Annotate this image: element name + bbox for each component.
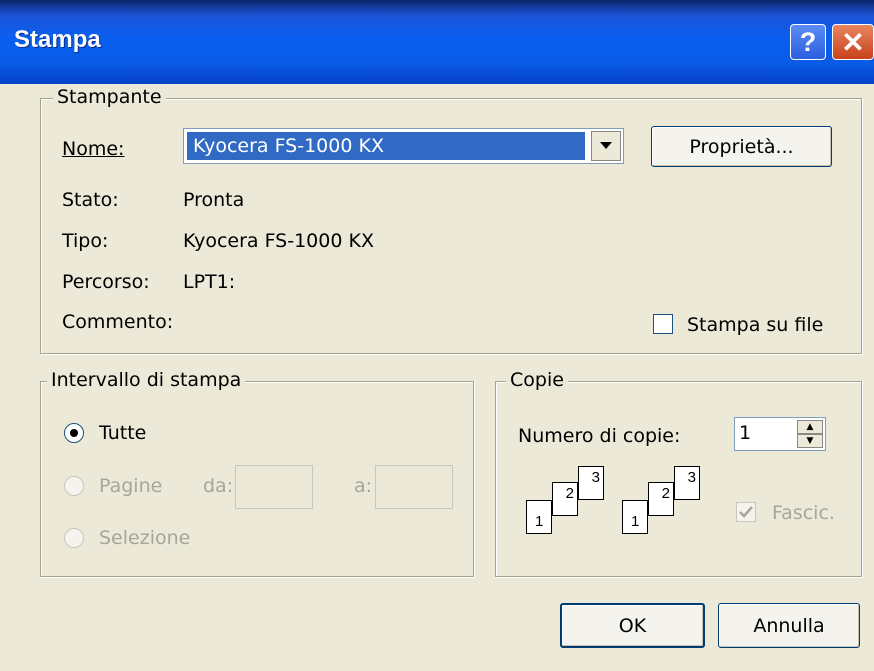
collate-page: 2 (648, 482, 674, 516)
collate-page: 1 (526, 500, 552, 534)
print-to-file-checkbox[interactable] (653, 314, 673, 334)
comment-label: Commento: (62, 311, 174, 333)
window-title: Stampa (14, 26, 101, 53)
close-icon: ✕ (841, 26, 865, 58)
ok-button-label: OK (618, 614, 647, 637)
collate-icon: 3 2 1 (524, 462, 614, 542)
type-value: Kyocera FS-1000 KX (183, 230, 374, 252)
printer-dropdown-button[interactable] (591, 131, 621, 161)
from-page-input[interactable] (235, 465, 313, 509)
print-range-group-label: Intervallo di stampa (47, 369, 246, 391)
print-dialog: Stampa ? ✕ Stampante Nome: Kyocera FS-10… (0, 0, 874, 671)
radio-pages-label[interactable]: Pagine (99, 475, 162, 497)
close-button[interactable]: ✕ (832, 24, 874, 60)
status-label: Stato: (62, 189, 119, 211)
cancel-button[interactable]: Annulla (718, 603, 860, 648)
collate-page: 3 (674, 466, 700, 500)
collate-icon: 3 2 1 (620, 462, 710, 542)
collate-page: 2 (552, 482, 578, 516)
help-button[interactable]: ? (790, 24, 826, 60)
copies-value: 1 (739, 422, 752, 444)
path-label: Percorso: (62, 271, 150, 293)
copies-group-label: Copie (506, 369, 568, 391)
collate-page: 1 (622, 500, 648, 534)
title-bar[interactable]: Stampa ? ✕ (0, 0, 874, 84)
help-icon: ? (799, 26, 817, 57)
ok-button[interactable]: OK (560, 603, 705, 648)
to-page-input[interactable] (375, 465, 453, 509)
radio-selection[interactable] (64, 528, 84, 548)
cancel-button-label: Annulla (753, 614, 825, 637)
copies-stepper[interactable]: 1 ▲ ▼ (734, 417, 826, 451)
checkmark-icon (739, 506, 753, 518)
radio-pages[interactable] (64, 476, 84, 496)
print-to-file-label[interactable]: Stampa su file (687, 314, 823, 336)
copies-count-label: Numero di copie: (518, 425, 681, 447)
status-value: Pronta (183, 189, 245, 211)
printer-select[interactable]: Kyocera FS-1000 KX (183, 128, 624, 164)
radio-all-label[interactable]: Tutte (99, 422, 146, 444)
increment-icon[interactable]: ▲ (797, 420, 823, 434)
path-value: LPT1: (183, 271, 236, 293)
radio-all[interactable] (64, 423, 84, 443)
from-label: da: (203, 475, 234, 497)
collate-page: 3 (578, 466, 604, 500)
type-label: Tipo: (62, 230, 109, 252)
properties-button[interactable]: Proprietà... (651, 126, 832, 167)
properties-button-label: Proprietà... (689, 135, 794, 158)
collate-checkbox[interactable] (736, 502, 756, 522)
printer-name-label: Nome: (62, 138, 125, 160)
decrement-icon[interactable]: ▼ (797, 434, 823, 448)
to-label: a: (354, 475, 373, 497)
radio-all-selected-dot (70, 429, 78, 437)
radio-selection-label[interactable]: Selezione (99, 527, 190, 549)
printer-group-label: Stampante (53, 86, 166, 108)
chevron-down-icon (600, 142, 612, 149)
collate-label[interactable]: Fascic. (772, 502, 835, 524)
printer-select-value: Kyocera FS-1000 KX (187, 132, 585, 160)
copies-spinner: ▲ ▼ (797, 420, 823, 448)
